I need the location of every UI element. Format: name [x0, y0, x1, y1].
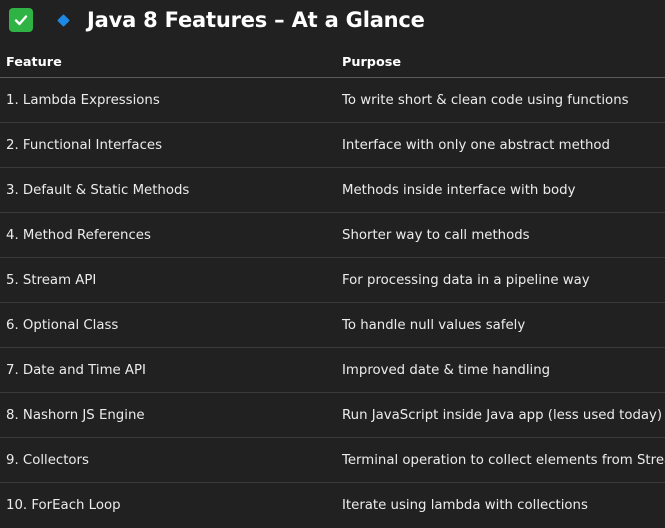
- purpose-cell: Methods inside interface with body: [342, 182, 576, 198]
- purpose-cell: Run JavaScript inside Java app (less use…: [342, 407, 663, 423]
- feature-cell: 7. Date and Time API: [6, 362, 146, 378]
- table-row: 4. Method References Shorter way to call …: [0, 213, 665, 258]
- feature-cell: 1. Lambda Expressions: [6, 92, 160, 108]
- feature-cell: 2. Functional Interfaces: [6, 137, 162, 153]
- purpose-cell: Shorter way to call methods: [342, 227, 530, 243]
- check-mark-icon: [9, 8, 33, 32]
- table-row: 5. Stream API For processing data in a pi…: [0, 258, 665, 303]
- feature-cell: 8. Nashorn JS Engine: [6, 407, 145, 423]
- page-heading: Java 8 Features – At a Glance: [9, 6, 425, 34]
- feature-cell: 10. ForEach Loop: [6, 498, 121, 513]
- feature-cell: 9. Collectors: [6, 452, 89, 468]
- table-body: 1. Lambda Expressions To write short & cl…: [0, 78, 665, 528]
- table-row: 1. Lambda Expressions To write short & cl…: [0, 78, 665, 123]
- purpose-cell: Improved date & time handling: [342, 362, 551, 378]
- purpose-cell: Interface with only one abstract method: [342, 137, 610, 153]
- table-row: 6. Optional Class To handle null values s…: [0, 303, 665, 348]
- page-title: Java 8 Features – At a Glance: [87, 8, 425, 32]
- table-header-row: Feature Purpose: [0, 46, 665, 78]
- feature-cell: 5. Stream API: [6, 272, 97, 288]
- purpose-cell: Iterate using lambda with collections: [342, 498, 588, 513]
- table-row: 9. Collectors Terminal operation to colle…: [0, 438, 665, 483]
- table-row: 7. Date and Time API Improved date & time…: [0, 348, 665, 393]
- feature-cell: 3. Default & Static Methods: [6, 182, 190, 198]
- purpose-cell: To handle null values safely: [342, 317, 526, 333]
- column-header-purpose: Purpose: [342, 55, 402, 70]
- table-row: 8. Nashorn JS Engine Run JavaScript insid…: [0, 393, 665, 438]
- feature-cell: 6. Optional Class: [6, 317, 119, 333]
- table-row: 10. ForEach Loop Iterate using lambda wit…: [0, 483, 665, 528]
- purpose-cell: Terminal operation to collect elements f…: [342, 452, 665, 468]
- features-table: Feature Purpose 1. Lambda Expressions To …: [0, 46, 665, 528]
- blue-diamond-icon: [57, 13, 70, 27]
- column-header-feature: Feature: [6, 55, 62, 70]
- table-row: 2. Functional Interfaces Interface with o…: [0, 123, 665, 168]
- table-row: 3. Default & Static Methods Methods insid…: [0, 168, 665, 213]
- purpose-cell: For processing data in a pipeline way: [342, 272, 590, 288]
- feature-cell: 4. Method References: [6, 227, 151, 243]
- purpose-cell: To write short & clean code using functi…: [342, 92, 629, 108]
